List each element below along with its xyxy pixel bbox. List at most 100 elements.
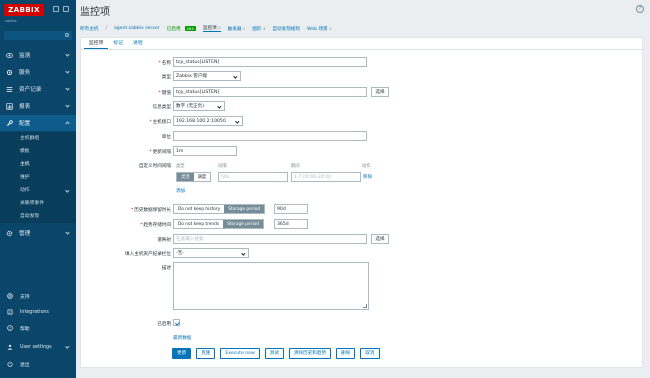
interface-select[interactable]: 192.168.100.2:10050 — [173, 116, 243, 126]
gear-icon — [6, 230, 13, 237]
eye-icon — [6, 52, 13, 59]
key-label-text: 键值 — [161, 91, 171, 96]
trends-label: *趋势存储时间 — [140, 223, 171, 228]
tab-preprocessing[interactable]: 进程 — [128, 39, 148, 49]
zbx-availability-badge: ZBX — [184, 26, 196, 31]
search-icon — [64, 32, 69, 37]
name-label-text: 名称 — [161, 61, 171, 66]
breadcrumb-items[interactable]: 监控项 5 — [202, 25, 221, 32]
nav-administration[interactable]: 管理 — [0, 225, 76, 241]
cancel-button[interactable]: 取消 — [360, 348, 380, 359]
no-keep-trends-option[interactable]: Do not keep trends — [174, 220, 223, 228]
sidebar-search-input[interactable] — [4, 31, 72, 40]
flex-period-input[interactable]: 1-7,00:00-24:00 — [291, 172, 361, 182]
submenu-event-correlation[interactable]: 关联项事件 — [0, 197, 76, 210]
history-storage-option[interactable]: Storage period — [224, 205, 265, 213]
delete-button[interactable]: 删除 — [336, 348, 356, 359]
name-label: *名称 — [158, 61, 172, 66]
history-input[interactable]: 90d — [274, 204, 308, 214]
zabbix-logo[interactable]: ZABBIX — [4, 4, 44, 16]
tab-tags[interactable]: 标记 — [108, 39, 128, 49]
inventory-select[interactable]: -无- — [173, 248, 249, 258]
key-select-button[interactable]: 选择 — [371, 87, 389, 97]
list-icon — [6, 86, 13, 93]
page-title: 监控项 — [80, 7, 110, 18]
footer-integrations[interactable]: z Integrations — [0, 305, 76, 319]
history-label: *历史数据保留时长 — [130, 208, 171, 213]
chevron-down-icon — [65, 52, 70, 57]
configuration-submenu: 主机群组 模板 主机 维护 动作 关联项事件 自动发现 — [0, 132, 76, 223]
hide-sidebar-icon[interactable] — [63, 6, 69, 12]
trends-label-text: 趋势存储时间 — [143, 223, 171, 228]
custom-interval-type-toggle[interactable]: 灵活 调度 — [176, 172, 212, 182]
scheduling-option[interactable]: 调度 — [194, 173, 211, 181]
nav-reports[interactable]: 报表 — [0, 98, 76, 114]
clear-history-button[interactable]: 清除历史和趋势 — [288, 348, 332, 359]
update-button[interactable]: 更新 — [172, 348, 192, 359]
add-interval-link[interactable]: 添加 — [176, 188, 185, 194]
breadcrumb-host[interactable]: agent.zabbix server — [114, 26, 160, 31]
type-select[interactable]: Zabbix 客户端 — [173, 71, 241, 81]
footer-help[interactable]: ? 帮助 — [0, 321, 76, 335]
breadcrumb-all-hosts[interactable]: 所有主机 — [80, 26, 98, 32]
flex-interval-input[interactable]: 50s — [218, 172, 288, 182]
user-icon — [7, 344, 13, 350]
units-input[interactable] — [173, 131, 367, 141]
nav-monitoring[interactable]: 监测 — [0, 47, 76, 63]
footer-support[interactable]: 支持 — [0, 289, 76, 303]
remove-interval-link[interactable]: 移除 — [363, 174, 372, 180]
submenu-host-groups[interactable]: 主机群组 — [0, 132, 76, 145]
test-button[interactable]: 测试 — [264, 348, 284, 359]
trends-storage-option[interactable]: Storage period — [223, 220, 263, 228]
server-name: zabbix — [5, 19, 17, 23]
trends-input[interactable]: 365d — [274, 219, 308, 229]
breadcrumb-graphs[interactable]: 图形 3 — [252, 26, 265, 32]
nav-services[interactable]: 服务 — [0, 64, 76, 80]
enabled-checkbox[interactable] — [173, 319, 180, 326]
key-input[interactable]: tcp_status[LISTEN] — [173, 87, 367, 97]
submenu-actions-label: 动作 — [20, 188, 30, 193]
submenu-maintenance[interactable]: 维护 — [0, 171, 76, 184]
trends-toggle[interactable]: Do not keep trends Storage period — [173, 219, 264, 229]
valuemap-select-button[interactable]: 选择 — [371, 234, 389, 244]
svg-text:z: z — [9, 311, 11, 315]
breadcrumb-triggers[interactable]: 触发器 2 — [228, 26, 246, 32]
submenu-hosts[interactable]: 主机 — [0, 158, 76, 171]
nav-inventory-label: 资产记录 — [19, 87, 42, 93]
history-label-text: 历史数据保留时长 — [134, 208, 171, 213]
interval-input[interactable]: 1m — [173, 146, 237, 156]
custom-col-interval: 间隔 — [218, 164, 227, 169]
graphs-count: 3 — [262, 25, 266, 31]
valuemap-input[interactable]: 在此输入搜索 — [173, 234, 367, 244]
submenu-templates[interactable]: 模板 — [0, 145, 76, 158]
breadcrumb-web-scenarios[interactable]: Web 场景 1 — [307, 26, 332, 32]
clone-button[interactable]: 克隆 — [196, 348, 216, 359]
type-select-value: Zabbix 客户端 — [176, 74, 208, 79]
latest-data-link[interactable]: 最新数据 — [173, 335, 191, 341]
history-toggle[interactable]: Do not keep history Storage period — [173, 204, 266, 214]
resize-grip-icon[interactable] — [363, 304, 367, 308]
collapse-sidebar-icon[interactable] — [53, 6, 59, 12]
footer-signout[interactable]: 退出 — [0, 357, 76, 371]
footer-user-settings[interactable]: User settings — [0, 340, 76, 354]
nav-inventory[interactable]: 资产记录 — [0, 81, 76, 97]
custom-col-period: 期间 — [291, 164, 300, 169]
description-textarea[interactable] — [173, 262, 369, 310]
flexible-option[interactable]: 灵活 — [177, 173, 194, 181]
name-input[interactable]: tcp_status[LISTEN] — [173, 57, 367, 67]
submenu-actions[interactable]: 动作 — [0, 184, 76, 197]
chevron-down-icon — [235, 119, 240, 123]
info-type-select[interactable]: 数字 (无正负) — [173, 101, 225, 111]
triggers-count: 2 — [242, 25, 246, 31]
breadcrumb-discovery-rules[interactable]: 自动发现规则 — [272, 26, 300, 32]
execute-now-button[interactable]: Execute now — [220, 348, 260, 359]
breadcrumb-web-label: Web 场景 — [306, 26, 328, 32]
nav-configuration[interactable]: 配置 — [0, 115, 76, 131]
help-icon[interactable]: ? — [636, 5, 644, 13]
tab-item[interactable]: 监控项 — [84, 39, 109, 49]
tabs-divider — [81, 49, 644, 50]
host-status-enabled[interactable]: 已启用 — [167, 26, 181, 32]
form-tabs: 监控项 标记 进程 — [84, 39, 148, 49]
submenu-discovery[interactable]: 自动发现 — [0, 210, 76, 223]
no-keep-history-option[interactable]: Do not keep history — [174, 205, 224, 213]
